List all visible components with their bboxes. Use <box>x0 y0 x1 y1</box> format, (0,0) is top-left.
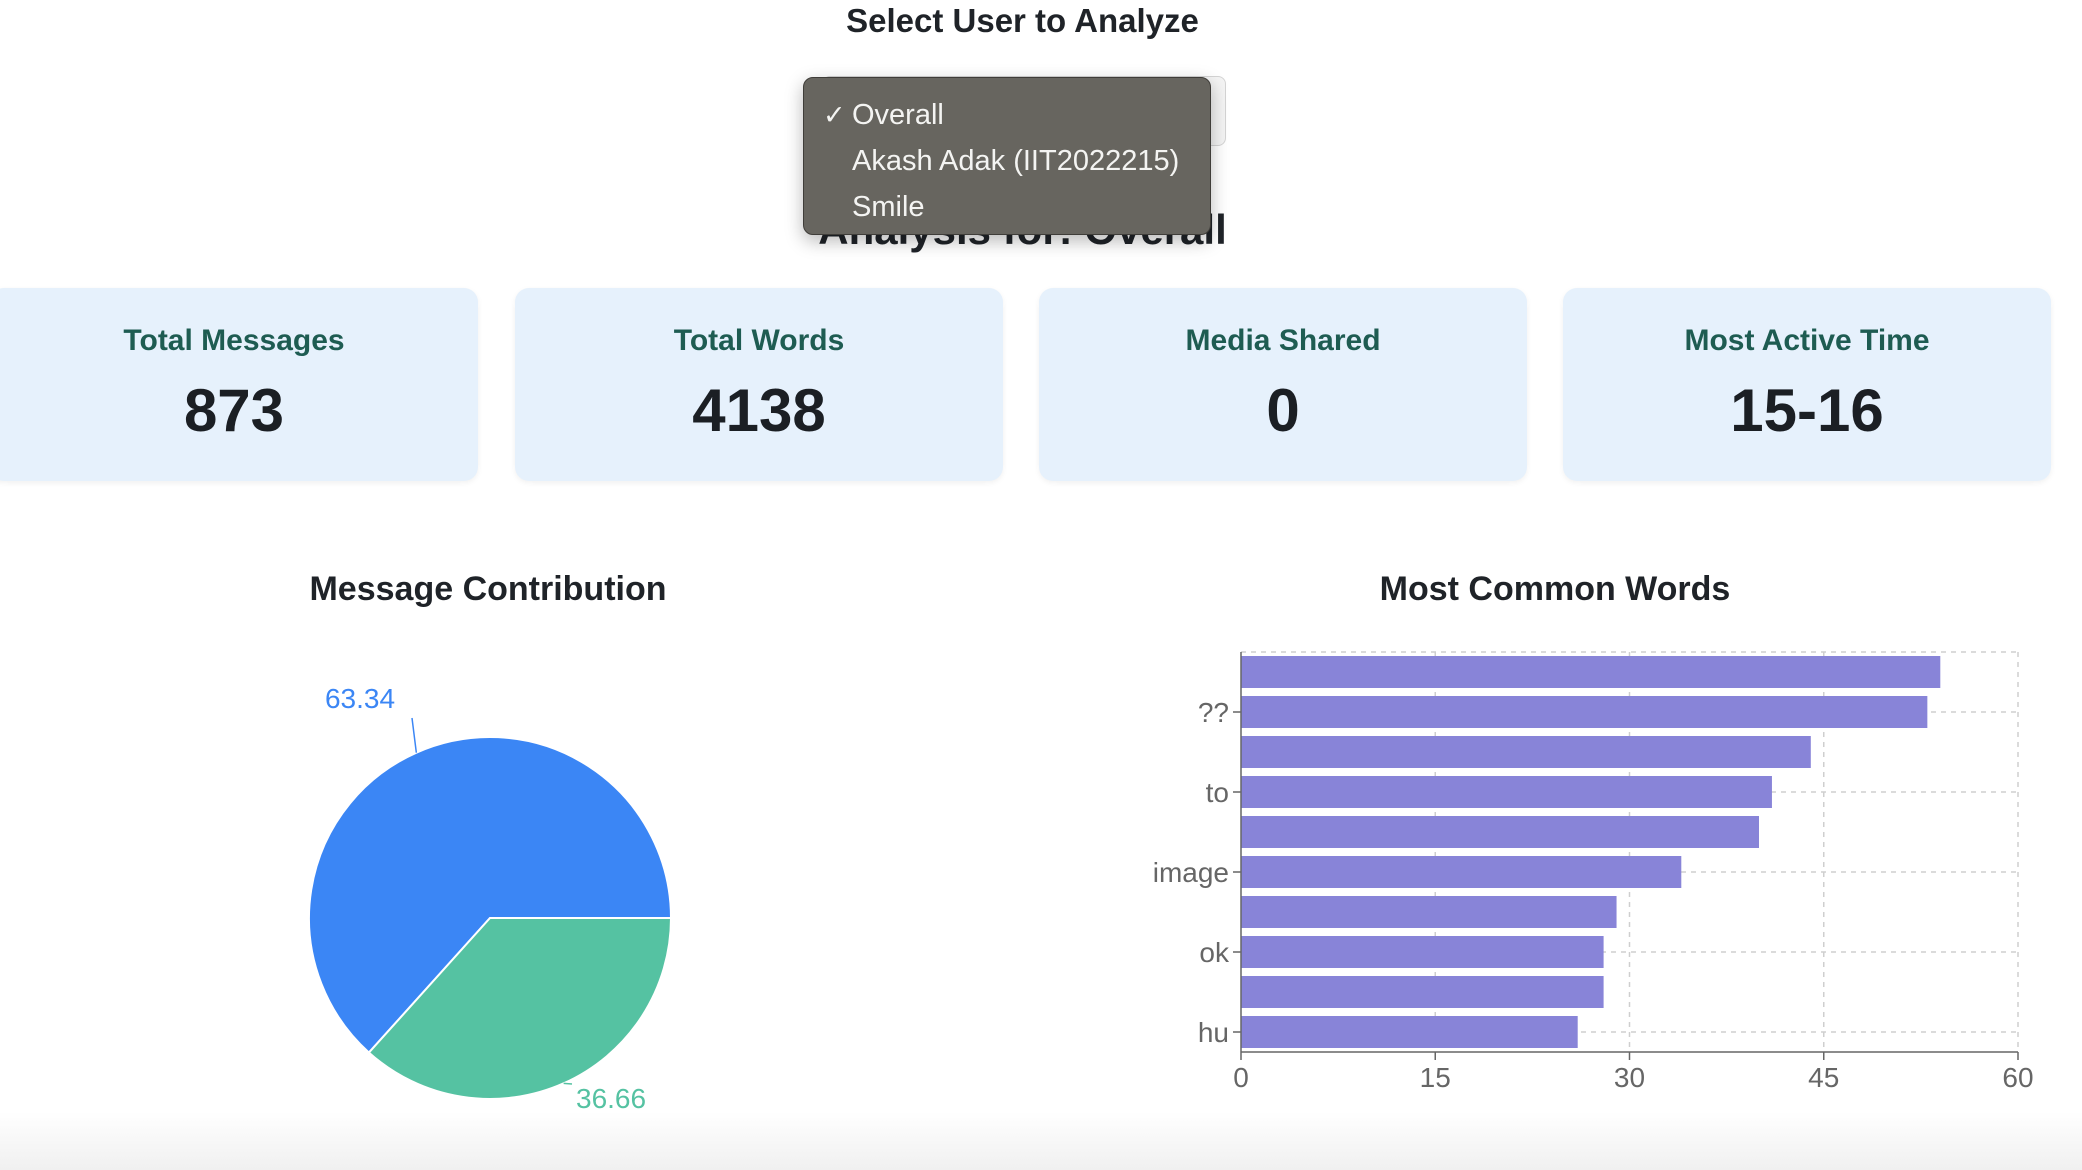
bar <box>1241 816 1759 848</box>
y-tick-label: to <box>1206 777 1229 808</box>
bar <box>1241 936 1604 968</box>
y-tick-label: ok <box>1199 937 1230 968</box>
y-tick-label: hu <box>1198 1017 1229 1048</box>
bar <box>1241 696 1928 728</box>
bar <box>1241 1016 1578 1048</box>
bar <box>1241 736 1811 768</box>
x-tick-label: 15 <box>1420 1062 1451 1093</box>
pie-leader-line <box>411 717 418 753</box>
scroll-fade <box>0 1112 2082 1170</box>
bar <box>1241 776 1772 808</box>
charts-canvas: 63.3436.66??toimageokhu015304560count <box>308 651 2034 1170</box>
pie-slice-label: 36.66 <box>576 1083 646 1114</box>
x-tick-label: 60 <box>2002 1062 2033 1093</box>
bar <box>1241 856 1682 888</box>
y-tick-label: ?? <box>1198 697 1229 728</box>
x-tick-label: 0 <box>1233 1062 1249 1093</box>
pie-leader-line <box>563 1082 573 1085</box>
pie-slice-label: 63.34 <box>325 683 395 714</box>
x-tick-label: 45 <box>1808 1062 1839 1093</box>
bar <box>1241 656 1941 688</box>
bar <box>1241 896 1617 928</box>
x-tick-label: 30 <box>1614 1062 1645 1093</box>
y-tick-label: image <box>1153 857 1229 888</box>
bar <box>1241 976 1604 1008</box>
